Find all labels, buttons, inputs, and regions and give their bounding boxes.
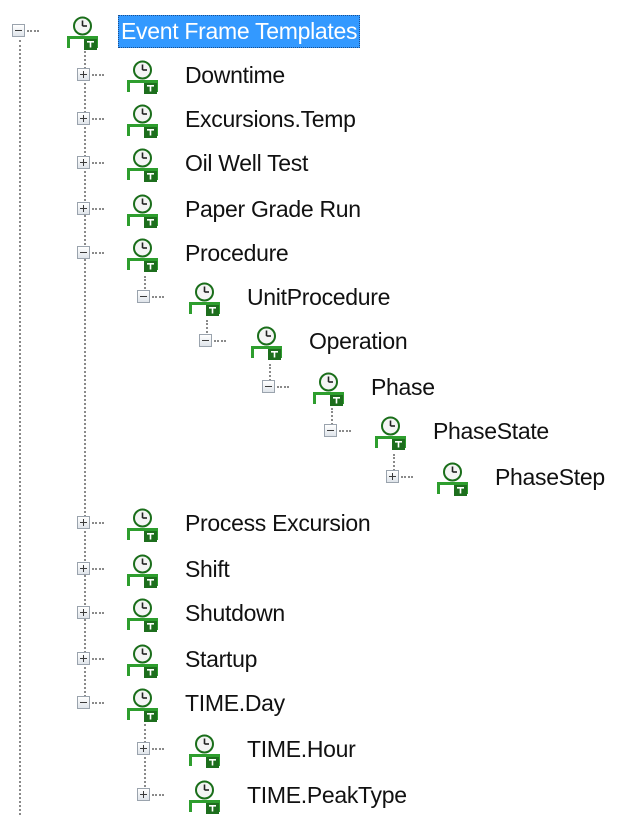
tree-node-label[interactable]: TIME.PeakType [244,779,410,812]
expand-toggle[interactable] [386,470,399,483]
collapse-toggle[interactable] [262,380,275,393]
tree-node-label[interactable]: Excursions.Temp [182,103,359,136]
tree-node-time-day[interactable]: TIME.Day [0,684,360,724]
expand-toggle[interactable] [77,652,90,665]
tree-connector-line [92,702,104,704]
tree-node-downtime[interactable]: Downtime [0,56,360,96]
tree-node-label[interactable]: Event Frame Templates [118,15,361,48]
tree-node-root[interactable]: Event Frame Templates [0,12,440,52]
expand-toggle[interactable] [77,606,90,619]
tree-node-time-hour[interactable]: TIME.Hour [0,730,440,770]
collapse-toggle[interactable] [324,424,337,437]
tree-node-process-excursion[interactable]: Process Excursion [0,504,440,544]
event-frame-template-icon [126,238,160,272]
tree-node-label[interactable]: Procedure [182,237,291,270]
tree-node-label[interactable]: Startup [182,643,260,676]
tree-node-paper-grade-run[interactable]: Paper Grade Run [0,190,420,230]
tree-node-excursions-temp[interactable]: Excursions.Temp [0,100,420,140]
tree-node-oil-well-test[interactable]: Oil Well Test [0,144,400,184]
expand-toggle[interactable] [77,68,90,81]
tree-node-unitprocedure[interactable]: UnitProcedure [0,278,480,318]
expand-toggle[interactable] [137,742,150,755]
tree-node-phasestate[interactable]: PhaseState [0,412,600,452]
tree-connector-line [92,252,104,254]
event-frame-template-icon [126,644,160,678]
event-frame-template-icon [436,462,470,496]
tree-node-label[interactable]: Process Excursion [182,507,373,540]
tree-node-label[interactable]: Downtime [182,59,288,92]
tree-node-label[interactable]: Operation [306,325,410,358]
tree-node-shutdown[interactable]: Shutdown [0,594,360,634]
tree-connector-line [92,522,104,524]
tree-connector-line [92,208,104,210]
tree-node-label[interactable]: Phase [368,371,438,404]
event-frame-template-icon [126,60,160,94]
event-frame-template-icon [126,598,160,632]
expand-toggle[interactable] [77,516,90,529]
event-frame-template-icon [126,148,160,182]
tree-node-procedure[interactable]: Procedure [0,234,360,274]
event-frame-template-tree[interactable]: Event Frame Templates Downtime Excursion… [0,0,638,815]
event-frame-template-icon [126,554,160,588]
tree-connector-line [92,568,104,570]
tree-connector-line [92,118,104,120]
tree-connector-line [92,74,104,76]
tree-node-label[interactable]: PhaseState [430,415,552,448]
tree-node-label[interactable]: Paper Grade Run [182,193,364,226]
event-frame-template-icon [126,104,160,138]
event-frame-template-icon [126,688,160,722]
tree-connector-line [152,296,164,298]
tree-connector-line [401,476,413,478]
expand-toggle[interactable] [77,562,90,575]
tree-connector-line [92,658,104,660]
expand-toggle[interactable] [77,202,90,215]
expand-toggle[interactable] [77,112,90,125]
event-frame-template-icon [126,194,160,228]
event-frame-template-icon [188,282,222,316]
tree-node-label[interactable]: Shutdown [182,597,288,630]
collapse-toggle[interactable] [137,290,150,303]
tree-node-label[interactable]: TIME.Day [182,687,288,720]
tree-node-label[interactable]: Oil Well Test [182,147,311,180]
event-frame-template-icon [312,372,346,406]
tree-connector-line [214,340,226,342]
tree-connector-line [339,430,351,432]
expand-toggle[interactable] [137,788,150,801]
event-frame-template-icon [374,416,408,450]
expand-toggle[interactable] [77,156,90,169]
collapse-toggle[interactable] [12,24,25,37]
tree-node-shift[interactable]: Shift [0,550,300,590]
tree-node-operation[interactable]: Operation [0,322,470,362]
tree-connector-line [277,386,289,388]
event-frame-template-icon [188,734,222,768]
collapse-toggle[interactable] [199,334,212,347]
tree-node-phasestep[interactable]: PhaseStep [0,458,638,498]
tree-node-startup[interactable]: Startup [0,640,320,680]
tree-node-phase[interactable]: Phase [0,368,470,408]
event-frame-template-icon [188,780,222,814]
tree-node-label[interactable]: PhaseStep [492,461,608,494]
tree-node-label[interactable]: Shift [182,553,233,586]
collapse-toggle[interactable] [77,246,90,259]
tree-connector-line [152,748,164,750]
event-frame-template-icon [66,16,100,50]
tree-connector-line [92,612,104,614]
tree-node-label[interactable]: UnitProcedure [244,281,393,314]
tree-node-time-peaktype[interactable]: TIME.PeakType [0,776,500,816]
event-frame-template-icon [126,508,160,542]
tree-node-label[interactable]: TIME.Hour [244,733,358,766]
collapse-toggle[interactable] [77,696,90,709]
tree-connector-line [27,30,39,32]
tree-connector-line [92,162,104,164]
event-frame-template-icon [250,326,284,360]
tree-connector-line [152,794,164,796]
